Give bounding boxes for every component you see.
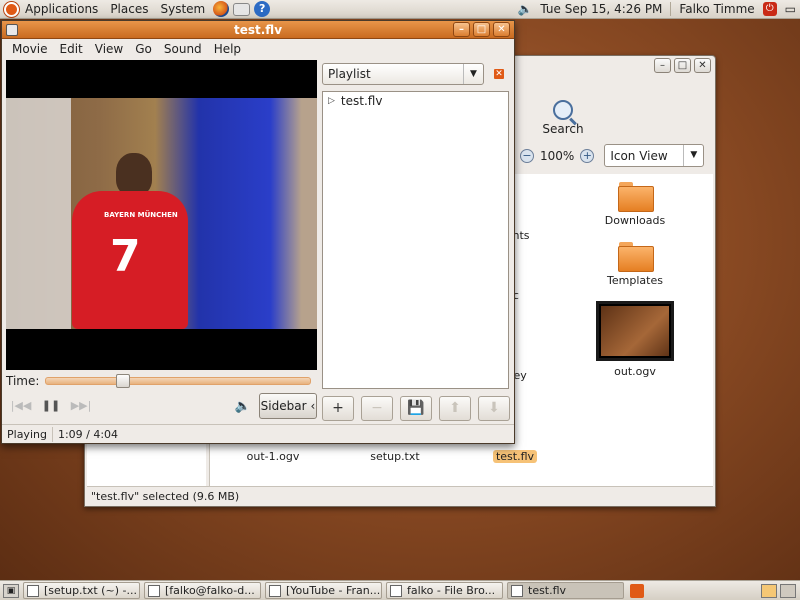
volume-icon[interactable]: 🔈 — [235, 399, 251, 414]
menu-view[interactable]: View — [89, 42, 129, 56]
seek-handle[interactable] — [115, 374, 130, 388]
folder-item-downloads[interactable]: Downloads — [585, 182, 685, 227]
text-editor-icon — [27, 584, 39, 597]
save-icon[interactable]: 💾 — [400, 396, 432, 421]
pause-icon[interactable]: ❚❚ — [36, 395, 66, 417]
search-button[interactable]: Search — [533, 100, 593, 136]
video-frame: BAYERN MÜNCHEN 7 — [6, 98, 317, 329]
sidebar-button[interactable]: Sidebar ‹ — [259, 393, 317, 419]
trash-icon[interactable] — [630, 583, 644, 598]
display-icon[interactable]: ▭ — [785, 2, 796, 16]
file-browser-icon — [390, 584, 402, 597]
mail-icon[interactable] — [233, 2, 251, 16]
playlist-select[interactable]: Playlist ▼ — [322, 63, 484, 85]
sidebar-button-label: Sidebar — [260, 399, 307, 413]
move-down-icon[interactable]: ⬇ — [478, 396, 510, 421]
minimize-button[interactable]: – — [453, 22, 470, 37]
menu-bar: Movie Edit View Go Sound Help — [2, 39, 514, 58]
taskbar-item[interactable]: [falko@falko-d... — [144, 582, 261, 599]
user-switcher[interactable]: Falko Timme — [670, 2, 755, 16]
jersey-number: 7 — [110, 231, 141, 282]
file-item-test-flv[interactable]: test.flv — [465, 450, 565, 463]
file-item-setup-txt[interactable]: setup.txt — [345, 450, 445, 463]
window-title: test.flv — [233, 22, 283, 37]
minimize-button[interactable]: – — [654, 58, 671, 73]
workspace-2[interactable] — [780, 583, 796, 598]
help-icon[interactable]: ? — [254, 1, 271, 17]
video-background — [6, 98, 71, 329]
firefox-icon — [269, 584, 281, 597]
view-mode-value: Icon View — [610, 148, 668, 163]
playback-time: 1:09 / 4:04 — [57, 427, 119, 441]
playlist-item[interactable]: ▷ test.flv — [323, 92, 508, 110]
maximize-button[interactable]: □ — [473, 22, 490, 37]
previous-icon[interactable]: |◀◀ — [6, 395, 36, 417]
workspace-1[interactable] — [761, 583, 777, 598]
movie-player-icon — [511, 584, 523, 597]
taskbar-item[interactable]: falko - File Bro... — [386, 582, 503, 599]
movie-player-window: test.flv – □ ✕ Movie Edit View Go Sound … — [1, 20, 515, 444]
places-menu[interactable]: Places — [104, 0, 154, 19]
zoom-out-icon[interactable]: − — [520, 148, 534, 163]
move-up-icon[interactable]: ⬆ — [439, 396, 471, 421]
folder-item-templates[interactable]: Templates — [585, 242, 685, 287]
zoom-in-icon[interactable]: + — [580, 148, 595, 163]
player-status-bar: Playing 1:09 / 4:04 — [2, 424, 514, 443]
video-area[interactable]: BAYERN MÜNCHEN 7 — [6, 60, 317, 370]
chevron-left-icon: ‹ — [310, 399, 316, 413]
workspace-switcher — [761, 583, 796, 598]
file-item-out-ogv[interactable]: out.ogv — [585, 301, 685, 378]
title-bar[interactable]: test.flv – □ ✕ — [2, 21, 514, 39]
add-icon[interactable]: + — [322, 396, 354, 421]
top-panel: Applications Places System ? 🔈 Tue Sep 1… — [0, 0, 800, 19]
next-icon[interactable]: ▶▶| — [66, 395, 96, 417]
firefox-icon[interactable] — [213, 1, 230, 17]
bottom-panel: ▣ [setup.txt (~) -... [falko@falko-d... … — [0, 580, 800, 600]
playback-state: Playing — [7, 427, 47, 441]
view-mode-select[interactable]: Icon View ▼ — [604, 144, 705, 167]
seek-slider[interactable] — [45, 374, 312, 388]
menu-movie[interactable]: Movie — [6, 42, 54, 56]
playlist: ▷ test.flv — [322, 91, 509, 389]
menu-sound[interactable]: Sound — [158, 42, 208, 56]
video-player-figure: BAYERN MÜNCHEN 7 — [64, 153, 192, 329]
menu-edit[interactable]: Edit — [54, 42, 89, 56]
clock[interactable]: Tue Sep 15, 4:26 PM — [540, 2, 662, 16]
taskbar-item[interactable]: [YouTube - Fran... — [265, 582, 382, 599]
maximize-button[interactable]: □ — [674, 58, 691, 73]
show-desktop-icon[interactable]: ▣ — [3, 583, 19, 598]
chevron-down-icon: ▼ — [463, 64, 483, 84]
applications-menu[interactable]: Applications — [19, 0, 104, 19]
close-button[interactable]: ✕ — [694, 58, 711, 73]
play-indicator-icon: ▷ — [328, 96, 335, 106]
zoom-level: 100% — [540, 148, 575, 163]
search-label: Search — [542, 122, 584, 136]
taskbar-item[interactable]: [setup.txt (~) -... — [23, 582, 140, 599]
playlist-item-label: test.flv — [340, 94, 383, 108]
video-thumbnail-icon — [596, 301, 674, 361]
search-icon — [553, 100, 573, 120]
taskbar-item-active[interactable]: test.flv — [507, 582, 624, 599]
ubuntu-logo-icon[interactable] — [4, 1, 19, 17]
folder-icon — [618, 182, 654, 212]
playlist-select-value: Playlist — [328, 67, 371, 81]
volume-icon[interactable]: 🔈 — [517, 2, 532, 16]
close-sidebar-icon[interactable]: ✕ — [494, 69, 504, 79]
menu-help[interactable]: Help — [208, 42, 247, 56]
remove-icon[interactable]: − — [361, 396, 393, 421]
system-menu[interactable]: System — [154, 0, 211, 19]
menu-go[interactable]: Go — [129, 42, 158, 56]
file-item-out-1-ogv[interactable]: out-1.ogv — [223, 450, 323, 463]
close-button[interactable]: ✕ — [493, 22, 510, 37]
folder-icon — [618, 242, 654, 272]
power-icon[interactable]: ⏻ — [762, 2, 777, 16]
jersey-name: BAYERN MÜNCHEN — [104, 211, 178, 219]
status-bar: "test.flv" selected (9.6 MB) — [87, 486, 713, 506]
time-label: Time: — [6, 374, 40, 388]
terminal-icon — [148, 584, 160, 597]
chevron-down-icon: ▼ — [683, 145, 703, 166]
